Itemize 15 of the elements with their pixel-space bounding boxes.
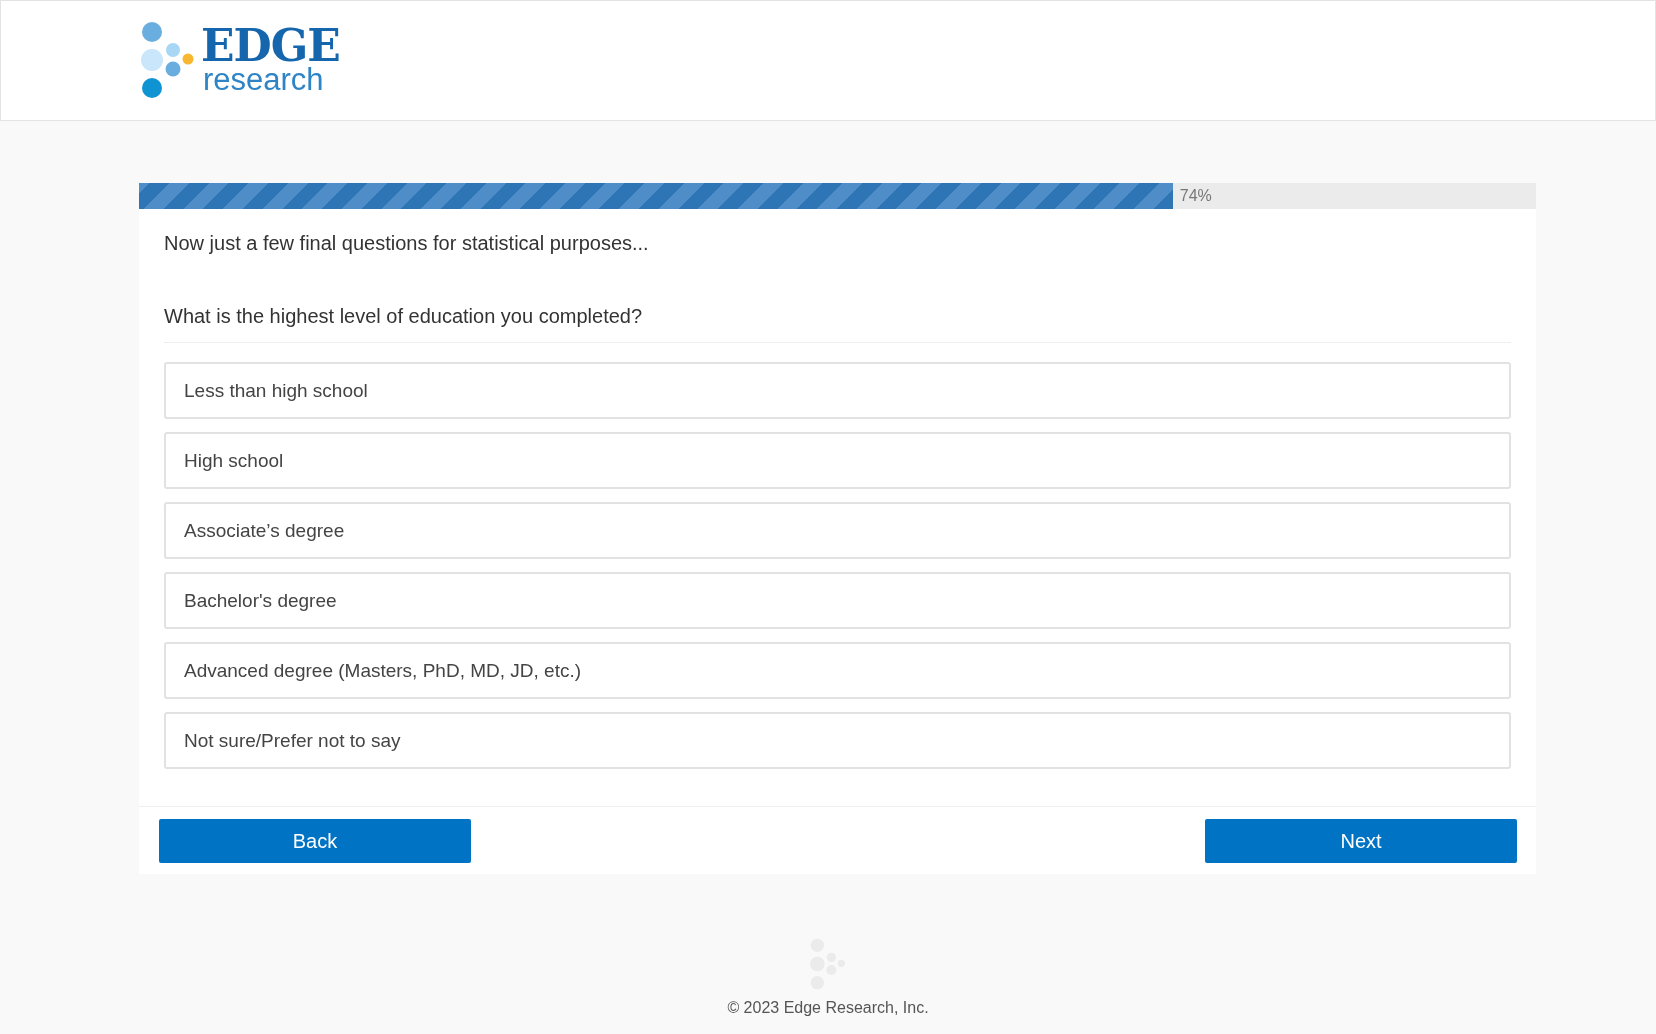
answer-option[interactable]: Advanced degree (Masters, PhD, MD, JD, etc.) [164, 642, 1511, 699]
answer-option[interactable]: Less than high school [164, 362, 1511, 419]
next-button[interactable]: Next [1205, 819, 1517, 863]
dots-logo-icon [141, 21, 195, 99]
answer-option[interactable]: Associate’s degree [164, 502, 1511, 559]
answer-option[interactable]: Bachelor's degree [164, 572, 1511, 629]
progress-percent: 74% [1179, 187, 1212, 205]
copyright-text: © 2023 Edge Research, Inc. [727, 999, 929, 1017]
answer-option[interactable]: High school [164, 432, 1511, 489]
answer-option[interactable]: Not sure/Prefer not to say [164, 712, 1511, 769]
logo-wordmark: EDGE [201, 26, 340, 66]
intro-text: Now just a few final questions for statistical purposes... [164, 232, 650, 255]
question-text: What is the highest level of education you completed? [164, 305, 1511, 343]
back-button[interactable]: Back [159, 819, 471, 863]
logo-subtitle: research [203, 66, 325, 94]
